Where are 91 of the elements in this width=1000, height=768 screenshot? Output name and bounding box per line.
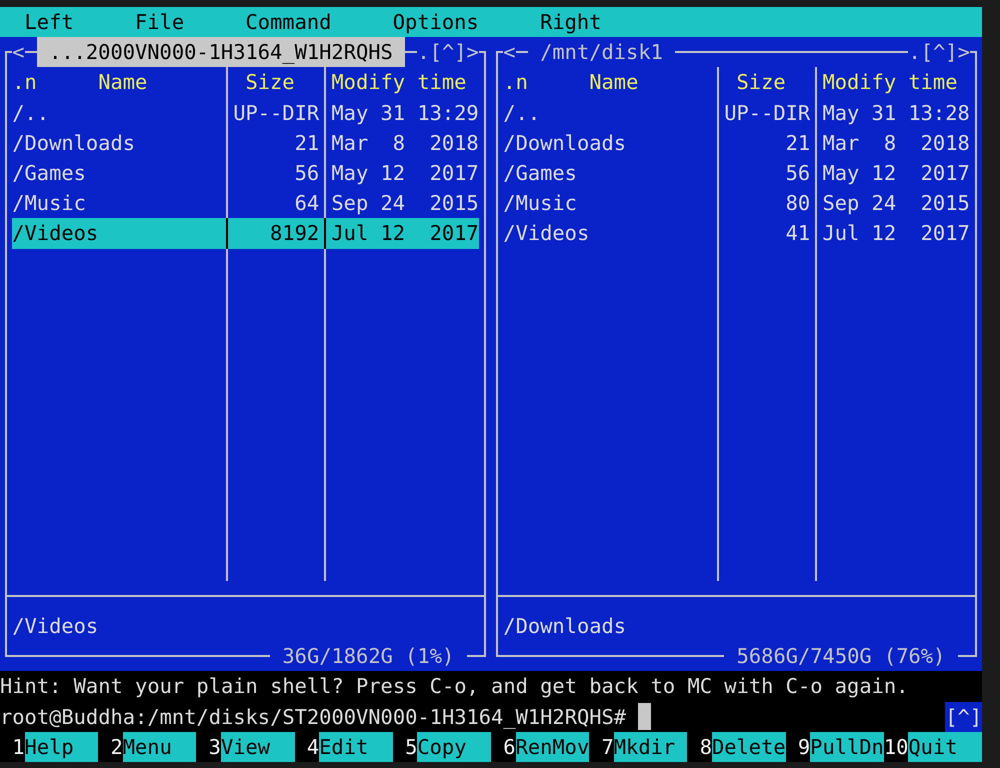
file-row[interactable]: /Downloads 21 Mar 8 2018 — [503, 128, 970, 158]
history-forward-button[interactable]: > — [466, 37, 479, 68]
key-number: 1 — [11, 734, 25, 761]
mini-status: /Videos — [12, 612, 98, 640]
key-number: 3 — [208, 734, 221, 761]
file-row[interactable]: /Videos 41 Jul 12 2017 — [503, 218, 970, 248]
column-header: Name — [98, 69, 148, 96]
panel-path: ...2000VN000-1H3164_W1H2RQHS — [36, 37, 406, 68]
file-row[interactable]: /Downloads 21 Mar 8 2018 — [12, 128, 479, 158]
history-forward-button[interactable]: > — [958, 37, 970, 68]
menu-item[interactable]: Left — [12, 7, 86, 38]
key-number: 9 — [796, 734, 810, 761]
function-key-button[interactable]: View — [220, 732, 295, 762]
file-name: /Downloads — [503, 130, 628, 157]
command-history-button[interactable]: [^] — [945, 702, 982, 732]
file-size: UP--DIR — [724, 100, 810, 127]
function-key-button[interactable]: Menu — [122, 732, 196, 762]
column-header: Size — [245, 70, 295, 94]
file-name: /Games — [12, 160, 87, 187]
cursor-icon — [638, 703, 651, 730]
file-size: 64 — [294, 190, 320, 218]
key-number: 5 — [404, 734, 418, 761]
hotlist-button[interactable]: [^] — [430, 37, 467, 68]
column-header: Name — [589, 69, 638, 96]
menu-item[interactable]: Command — [233, 7, 344, 38]
history-back-button[interactable]: < — [503, 37, 516, 68]
key-number: 8 — [698, 734, 712, 761]
menu-item[interactable]: Options — [380, 7, 491, 38]
file-name: /Videos — [12, 220, 100, 248]
sort-indicator: .n — [503, 69, 528, 96]
file-row[interactable]: /Music 80 Sep 24 2015 — [503, 188, 970, 218]
function-key-button[interactable]: Mkdir — [614, 732, 688, 762]
column-header: Modify time — [331, 70, 466, 94]
free-space-label: 5686G/7450G (76%) — [736, 643, 946, 670]
file-name: /.. — [503, 100, 542, 127]
file-name: /.. — [12, 100, 50, 127]
key-number: 2 — [109, 734, 123, 761]
free-space-label: 36G/1862G (1%) — [281, 643, 456, 670]
hidden-files-toggle[interactable]: . — [417, 37, 430, 68]
file-row[interactable]: /.. UP--DIR May 31 13:28 — [503, 98, 970, 128]
file-name: /Music — [503, 190, 578, 218]
file-size: UP--DIR — [233, 100, 320, 127]
file-date: Sep 24 2015 — [822, 190, 970, 218]
key-number: 7 — [600, 734, 614, 761]
file-size: 8192 — [269, 220, 320, 248]
file-date: May 12 2017 — [822, 160, 970, 187]
function-key-button[interactable]: Quit — [908, 732, 982, 762]
hint-text: Hint: Want your plain shell? Press C-o, and get back to MC with C-o again. — [0, 673, 908, 700]
file-row[interactable]: /Music 64 Sep 24 2015 — [12, 188, 479, 218]
file-size: 56 — [294, 160, 320, 187]
file-row[interactable]: /Games 56 May 12 2017 — [12, 158, 479, 188]
file-date: Jul 12 2017 — [822, 220, 970, 248]
column-header: Modify time — [822, 70, 958, 94]
column-header: Size — [736, 70, 786, 94]
hotlist-button[interactable]: [^] — [920, 37, 958, 68]
hidden-files-toggle[interactable]: . — [908, 37, 921, 68]
file-name: /Videos — [503, 220, 590, 248]
file-size: 80 — [784, 190, 810, 218]
file-size: 41 — [784, 220, 810, 248]
key-number: 10 — [884, 734, 908, 761]
function-key-button[interactable]: Help — [24, 732, 98, 762]
key-number: 6 — [502, 734, 516, 761]
file-size: 56 — [784, 160, 810, 187]
function-key-button[interactable]: RenMov — [516, 732, 590, 762]
file-date: Mar 8 2018 — [822, 130, 970, 157]
file-date: Jul 12 2017 — [331, 220, 479, 248]
menu-item[interactable]: File — [122, 7, 196, 38]
menu-item[interactable]: Right — [528, 7, 614, 38]
function-key-button[interactable]: Edit — [319, 732, 393, 762]
function-key-button[interactable]: Copy — [417, 732, 492, 762]
file-date: Sep 24 2015 — [331, 190, 479, 218]
panel-path: /mnt/disk1 — [539, 39, 664, 66]
file-name: /Downloads — [12, 130, 136, 157]
file-date: May 31 13:28 — [822, 100, 970, 127]
file-size: 21 — [294, 130, 320, 157]
file-row[interactable]: /Games 56 May 12 2017 — [503, 158, 970, 188]
file-row[interactable]: /.. UP--DIR May 31 13:29 — [12, 98, 479, 128]
mini-status: /Downloads — [503, 612, 626, 640]
file-name: /Music — [12, 190, 87, 218]
function-key-button[interactable]: Delete — [712, 732, 786, 762]
shell-prompt: root@Buddha:/mnt/disks/ST2000VN000-1H3164_W1H2RQHS# — [0, 704, 626, 731]
function-key-button[interactable]: PullDn — [810, 732, 884, 762]
file-name: /Games — [503, 160, 578, 187]
sort-indicator: .n — [12, 69, 37, 96]
file-date: May 31 13:29 — [331, 100, 479, 127]
file-date: May 12 2017 — [331, 160, 479, 187]
file-size: 21 — [784, 130, 810, 157]
history-back-button[interactable]: < — [12, 37, 25, 68]
file-row[interactable]: /Videos 8192 Jul 12 2017 — [12, 218, 479, 248]
file-date: Mar 8 2018 — [331, 130, 479, 157]
key-number: 4 — [306, 734, 320, 761]
